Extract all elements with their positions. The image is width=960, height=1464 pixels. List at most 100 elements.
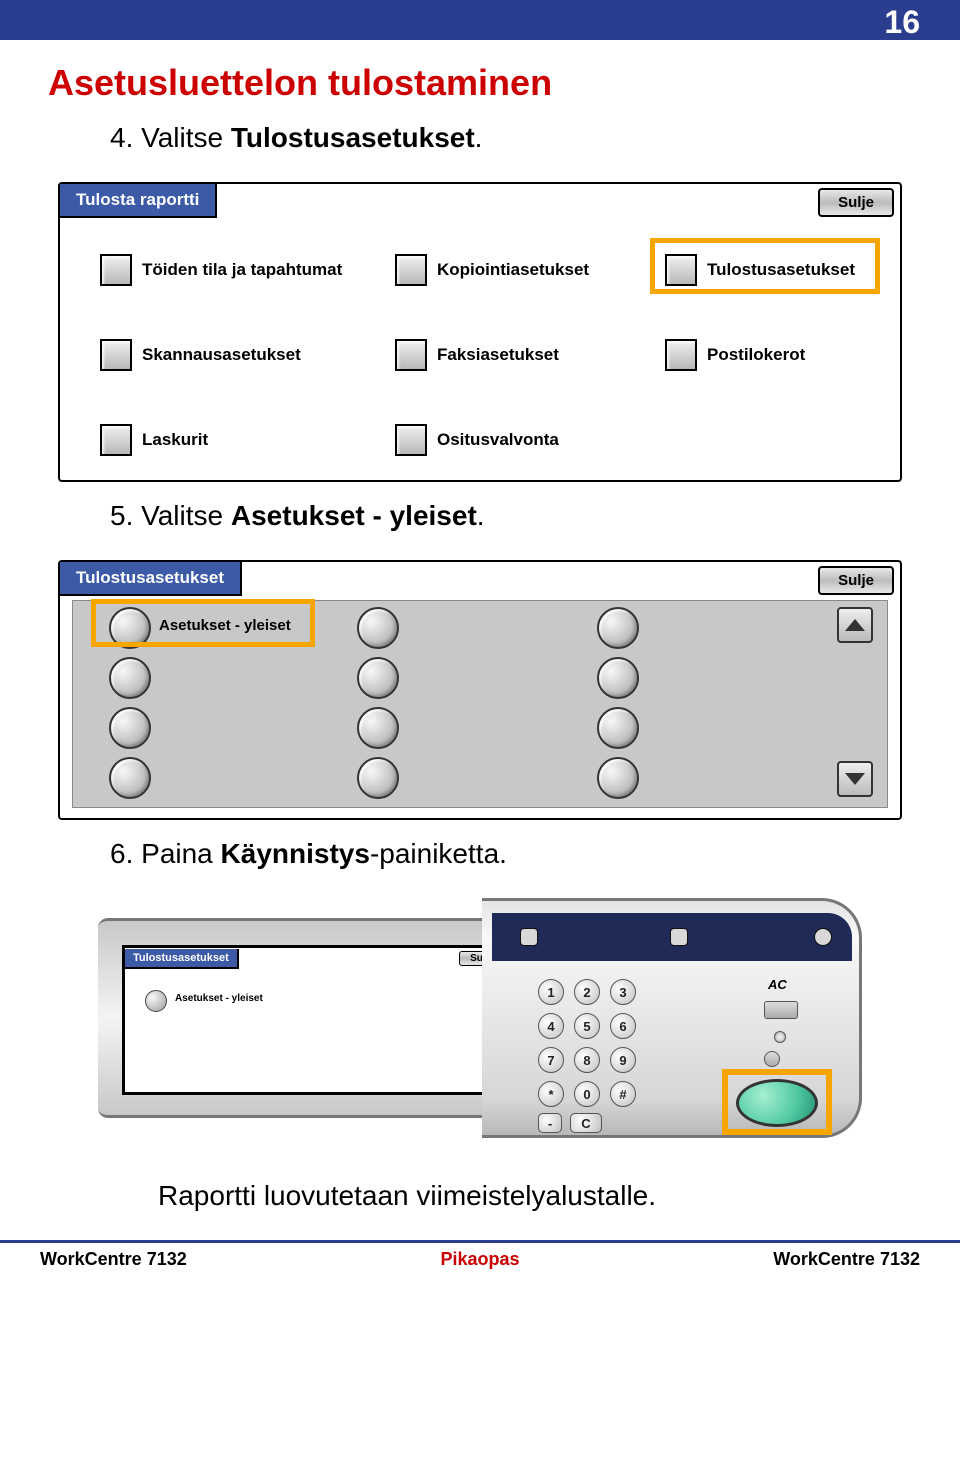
touch-screen-option[interactable] xyxy=(145,990,167,1012)
opt-scan[interactable]: Skannausasetukset xyxy=(100,339,301,371)
opt-auditron[interactable]: Ositusvalvonta xyxy=(395,424,559,456)
step-4-suffix: . xyxy=(475,122,483,153)
key-7[interactable]: 7 xyxy=(538,1047,564,1073)
key-4[interactable]: 4 xyxy=(538,1013,564,1039)
step-4-bold: Tulostusasetukset xyxy=(231,122,475,153)
key-3[interactable]: 3 xyxy=(610,979,636,1005)
footer-left: WorkCentre 7132 xyxy=(40,1249,187,1270)
key-c[interactable]: C xyxy=(570,1113,602,1133)
opt-label: Töiden tila ja tapahtumat xyxy=(142,260,342,280)
footer: WorkCentre 7132 Pikaopas WorkCentre 7132 xyxy=(0,1249,960,1270)
checkbox-icon xyxy=(395,339,427,371)
checkbox-icon xyxy=(395,424,427,456)
panel-print-settings-close-button[interactable]: Sulje xyxy=(818,566,894,595)
page-heading: Asetusluettelon tulostaminen xyxy=(48,62,912,104)
key-5[interactable]: 5 xyxy=(574,1013,600,1039)
key-8[interactable]: 8 xyxy=(574,1047,600,1073)
step-6-num: 6. xyxy=(110,838,133,869)
step-5: 5. Valitse Asetukset - yleiset. xyxy=(110,500,912,532)
option-general[interactable] xyxy=(109,607,151,649)
opt-label: Kopiointiasetukset xyxy=(437,260,589,280)
option-empty[interactable] xyxy=(597,757,639,799)
touch-screen-option-label: Asetukset - yleiset xyxy=(175,993,263,1004)
checkbox-icon xyxy=(395,254,427,286)
step-5-suffix: . xyxy=(477,500,485,531)
footer-separator xyxy=(0,1240,960,1243)
step-5-num: 5. xyxy=(110,500,133,531)
job-status-button[interactable] xyxy=(670,928,688,946)
opt-copy[interactable]: Kopiointiasetukset xyxy=(395,254,589,286)
checkbox-icon xyxy=(100,254,132,286)
panel-print-settings-body: Asetukset - yleiset xyxy=(72,600,888,808)
control-panel-header xyxy=(492,913,852,961)
scroll-down-button[interactable] xyxy=(837,761,873,797)
led-icon xyxy=(774,1031,786,1043)
opt-counters[interactable]: Laskurit xyxy=(100,424,208,456)
option-empty[interactable] xyxy=(357,657,399,699)
step-6-suffix: -painiketta. xyxy=(370,838,507,869)
panel-report: Tulosta raportti Sulje Töiden tila ja ta… xyxy=(58,182,902,482)
opt-print[interactable]: Tulostusasetukset xyxy=(665,254,855,286)
key-0[interactable]: 0 xyxy=(574,1081,600,1107)
key-dash[interactable]: - xyxy=(538,1113,562,1133)
checkbox-icon xyxy=(665,254,697,286)
panel-report-title: Tulosta raportti xyxy=(60,184,217,218)
opt-jobs[interactable]: Töiden tila ja tapahtumat xyxy=(100,254,342,286)
option-empty[interactable] xyxy=(597,707,639,749)
option-empty[interactable] xyxy=(109,757,151,799)
option-empty[interactable] xyxy=(597,607,639,649)
step-6-bold: Käynnistys xyxy=(221,838,370,869)
option-empty[interactable] xyxy=(357,757,399,799)
services-button[interactable] xyxy=(520,928,538,946)
opt-label: Laskurit xyxy=(142,430,208,450)
checkbox-icon xyxy=(100,339,132,371)
option-empty[interactable] xyxy=(109,657,151,699)
bottom-text: Raportti luovutetaan viimeistelyalustall… xyxy=(158,1180,912,1212)
opt-label: Ositusvalvonta xyxy=(437,430,559,450)
option-empty[interactable] xyxy=(597,657,639,699)
top-bar xyxy=(0,0,960,40)
checkbox-icon xyxy=(100,424,132,456)
step-4-num: 4. xyxy=(110,122,133,153)
key-star[interactable]: * xyxy=(538,1081,564,1107)
option-general-label: Asetukset - yleiset xyxy=(159,617,291,634)
checkbox-icon xyxy=(665,339,697,371)
key-6[interactable]: 6 xyxy=(610,1013,636,1039)
option-empty[interactable] xyxy=(109,707,151,749)
opt-label: Postilokerot xyxy=(707,345,805,365)
opt-fax[interactable]: Faksiasetukset xyxy=(395,339,559,371)
stop-button[interactable] xyxy=(764,1051,780,1067)
scroll-up-button[interactable] xyxy=(837,607,873,643)
panel-report-close-button[interactable]: Sulje xyxy=(818,188,894,217)
step-5-bold: Asetukset - yleiset xyxy=(231,500,477,531)
option-empty[interactable] xyxy=(357,707,399,749)
step-4: 4. Valitse Tulostusasetukset. xyxy=(110,122,912,154)
footer-mid: Pikaopas xyxy=(440,1249,519,1270)
panel-print-settings-title: Tulostusasetukset xyxy=(60,562,242,596)
control-panel-keypad-side: 1 2 3 4 5 6 7 8 9 * 0 # - C AC xyxy=(482,898,862,1138)
highlight-start-button xyxy=(722,1069,832,1135)
touch-screen-title: Tulostusasetukset xyxy=(125,949,239,969)
control-panel-illustration: Tulostusasetukset Sulje Asetukset - ylei… xyxy=(98,898,862,1158)
key-9[interactable]: 9 xyxy=(610,1047,636,1073)
step-6-prefix: Paina xyxy=(141,838,220,869)
key-hash[interactable]: # xyxy=(610,1081,636,1107)
footer-right: WorkCentre 7132 xyxy=(773,1249,920,1270)
key-1[interactable]: 1 xyxy=(538,979,564,1005)
ac-label: AC xyxy=(768,977,787,992)
step-4-prefix: Valitse xyxy=(141,122,231,153)
page-number: 16 xyxy=(884,4,920,41)
option-empty[interactable] xyxy=(357,607,399,649)
panel-print-settings: Tulostusasetukset Sulje Asetukset - ylei… xyxy=(58,560,902,820)
opt-label: Faksiasetukset xyxy=(437,345,559,365)
opt-label: Tulostusasetukset xyxy=(707,260,855,280)
step-6: 6. Paina Käynnistys-painiketta. xyxy=(110,838,912,870)
opt-label: Skannausasetukset xyxy=(142,345,301,365)
interrupt-button[interactable] xyxy=(764,1001,798,1019)
opt-mailbox[interactable]: Postilokerot xyxy=(665,339,805,371)
control-panel-screen-side: Tulostusasetukset Sulje Asetukset - ylei… xyxy=(98,918,548,1118)
machine-status-button[interactable] xyxy=(814,928,832,946)
key-2[interactable]: 2 xyxy=(574,979,600,1005)
step-5-prefix: Valitse xyxy=(141,500,231,531)
touch-screen: Tulostusasetukset Sulje Asetukset - ylei… xyxy=(122,945,512,1095)
